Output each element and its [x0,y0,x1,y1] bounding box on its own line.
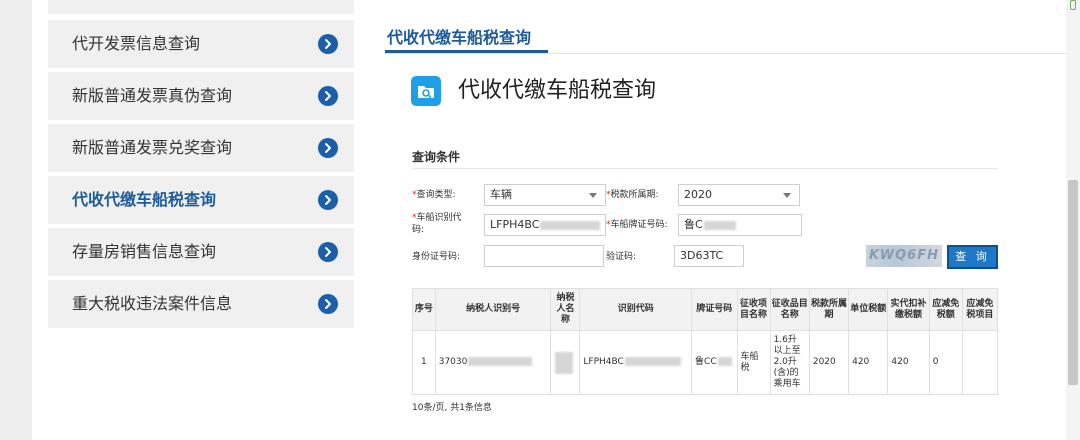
sidebar: 代开发票信息查询 新版普通发票真伪查询 新版普通发票兑奖查询 代收代缴车船税查询… [32,0,354,440]
cell-exempt-item [961,330,999,395]
redacted-mask [703,220,736,230]
cell-exempt-tax: 0 [928,330,963,395]
col-header: 单位税额 [848,288,889,331]
sidebar-item-label: 代开发票信息查询 [72,34,201,53]
sidebar-item-label: 存量房销售信息查询 [72,242,217,261]
col-header: 实代扣补缴税额 [887,288,930,331]
vin-label: *车船识别代 码: [412,213,462,235]
col-header: 牌证号码 [691,288,738,331]
plate-label: *车船牌证号码: [606,220,668,230]
id-number-label: 身份证号码: [412,252,461,262]
sidebar-item-vehicle-tax[interactable]: 代收代缴车船税查询 [48,176,354,224]
col-header: 纳税人名称 [550,288,581,331]
col-header: 征收品目名称 [769,288,810,331]
scrollbar-thumb[interactable] [1068,180,1078,385]
redacted-mask [624,357,681,366]
sidebar-item-invoice-issuance[interactable]: 代开发票信息查询 [48,20,354,68]
captcha-image[interactable]: KWQ6FH [866,245,942,267]
tax-period-select[interactable]: 2020 [678,184,800,206]
plate-value: 鲁C [684,218,703,231]
scroll-marker-icon [1070,0,1076,10]
cell-identifier: LFPH4BC [579,330,693,395]
cell-subitem-name: 1.6升以上至2.0升(含)的乘用车 [769,330,810,395]
cell-item-name: 车船税 [736,330,771,395]
redacted-mask [717,357,732,366]
cell-taxpayer-id: 37030 [434,330,552,395]
chevron-right-icon [318,242,338,262]
captcha-input[interactable]: 3D63TC [674,245,744,267]
redacted-mask [540,220,601,230]
cell-index: 1 [412,330,436,395]
vin-value: LFPH4BC [490,218,540,231]
cell-unit-tax: 420 [848,330,889,395]
sidebar-item-housing-sales[interactable]: 存量房销售信息查询 [48,228,354,276]
chevron-right-icon [318,190,338,210]
table-row: 1 37030 LFPH4BC 鲁CC 车船税 1.6升以上至2.0升(含)的乘… [412,330,999,395]
col-header: 征收项目名称 [736,288,771,331]
sidebar-item-hidden[interactable] [48,0,354,14]
col-header: 税款所属期 [808,288,850,331]
sidebar-item-label: 新版普通发票兑奖查询 [72,138,233,157]
redacted-mask [555,351,574,374]
captcha-label: 验证码: [606,252,637,262]
tab-divider [385,53,1066,54]
query-type-label: *查询类型: [412,190,456,200]
redacted-mask [468,357,533,366]
sidebar-item-label: 代收代缴车船税查询 [72,190,217,209]
id-number-input[interactable] [484,245,604,267]
results-table: 序号 纳税人识别号 纳税人名称 识别代码 牌证号码 征收项目名称 征收品目名称 … [412,288,999,395]
search-folder-icon [411,76,441,106]
query-conditions-label: 查询条件 [412,150,461,164]
sidebar-item-invoice-lottery[interactable]: 新版普通发票兑奖查询 [48,124,354,172]
query-type-select[interactable]: 车辆 [484,184,606,206]
pagination-info: 10条/页, 共1条信息 [412,403,492,413]
cell-withheld-tax: 420 [887,330,930,395]
cell-plate: 鲁CC [691,330,738,395]
chevron-down-icon [589,193,597,198]
sidebar-item-invoice-verify[interactable]: 新版普通发票真伪查询 [48,72,354,120]
plate-input[interactable]: 鲁C [678,214,802,236]
table-header-row: 序号 纳税人识别号 纳税人名称 识别代码 牌证号码 征收项目名称 征收品目名称 … [412,288,999,331]
col-header: 纳税人识别号 [434,288,552,331]
query-type-value: 车辆 [490,188,512,201]
chevron-right-icon [318,86,338,106]
col-header: 应减免税项目 [961,288,999,331]
cell-tax-period: 2020 [808,330,850,395]
sidebar-item-label: 重大税收违法案件信息 [72,294,233,313]
section-divider [412,168,998,169]
vin-input[interactable]: LFPH4BC [484,214,606,236]
chevron-right-icon [318,294,338,314]
chevron-right-icon [318,34,338,54]
chevron-right-icon [318,138,338,158]
cell-taxpayer-name [550,330,581,395]
page-title: 代收代缴车船税查询 [458,78,657,103]
col-header: 应减免税额 [928,288,963,331]
col-header: 识别代码 [579,288,693,331]
tax-period-value: 2020 [684,188,712,201]
sidebar-item-label: 新版普通发票真伪查询 [72,86,233,105]
query-button[interactable]: 查 询 [947,245,998,269]
tab-vehicle-tax[interactable]: 代收代缴车船税查询 [387,24,531,48]
sidebar-item-violation-cases[interactable]: 重大税收违法案件信息 [48,280,354,328]
chevron-down-icon [783,193,791,198]
col-header: 序号 [412,288,436,331]
main-panel: 代收代缴车船税查询 代收代缴车船税查询 查询条件 *查询类型: 车辆 *税款所属… [354,0,1066,440]
tax-period-label: *税款所属期: [606,190,659,200]
